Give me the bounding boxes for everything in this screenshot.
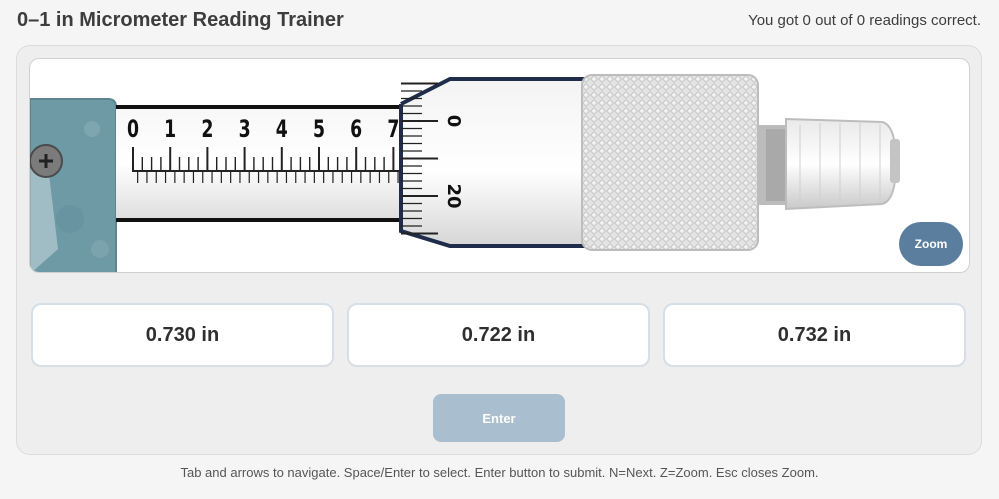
enter-button[interactable]: Enter	[433, 394, 565, 442]
trainer-card: 01234567 0 20 Zoom 0.730 in 0.722 in 0.7…	[16, 45, 982, 455]
page-header: 0–1 in Micrometer Reading Trainer You go…	[0, 0, 999, 44]
score-text: You got 0 out of 0 readings correct.	[748, 12, 981, 29]
thimble-number: 0	[443, 115, 464, 128]
sleeve-number: 4	[276, 116, 288, 144]
page-title: 0–1 in Micrometer Reading Trainer	[17, 9, 344, 31]
thimble: 0 20	[399, 77, 585, 248]
zoom-button[interactable]: Zoom	[899, 222, 963, 266]
micrometer-illustration: 01234567 020	[30, 74, 900, 272]
sleeve-number: 5	[313, 116, 325, 144]
option-button-3[interactable]: 0.732 in	[663, 303, 966, 367]
micrometer-viewer: 01234567 0 20 Zoom	[29, 58, 970, 273]
sleeve-number: 1	[164, 116, 176, 144]
sleeve: 01234567	[116, 105, 401, 222]
option-button-2[interactable]: 0.722 in	[347, 303, 650, 367]
screw-icon	[30, 144, 63, 178]
sleeve-number: 0	[127, 116, 139, 144]
option-button-1[interactable]: 0.730 in	[31, 303, 334, 367]
knurled-grip	[581, 74, 759, 251]
thimble-number: 20	[443, 183, 464, 208]
frame	[30, 98, 117, 272]
help-text: Tab and arrows to navigate. Space/Enter …	[180, 465, 819, 480]
sleeve-number: 7	[387, 116, 399, 144]
ratchet	[758, 117, 900, 211]
sleeve-number: 2	[201, 116, 213, 144]
answer-options: 0.730 in 0.722 in 0.732 in	[31, 303, 967, 367]
sleeve-number: 6	[350, 116, 362, 144]
sleeve-number: 3	[239, 116, 251, 144]
